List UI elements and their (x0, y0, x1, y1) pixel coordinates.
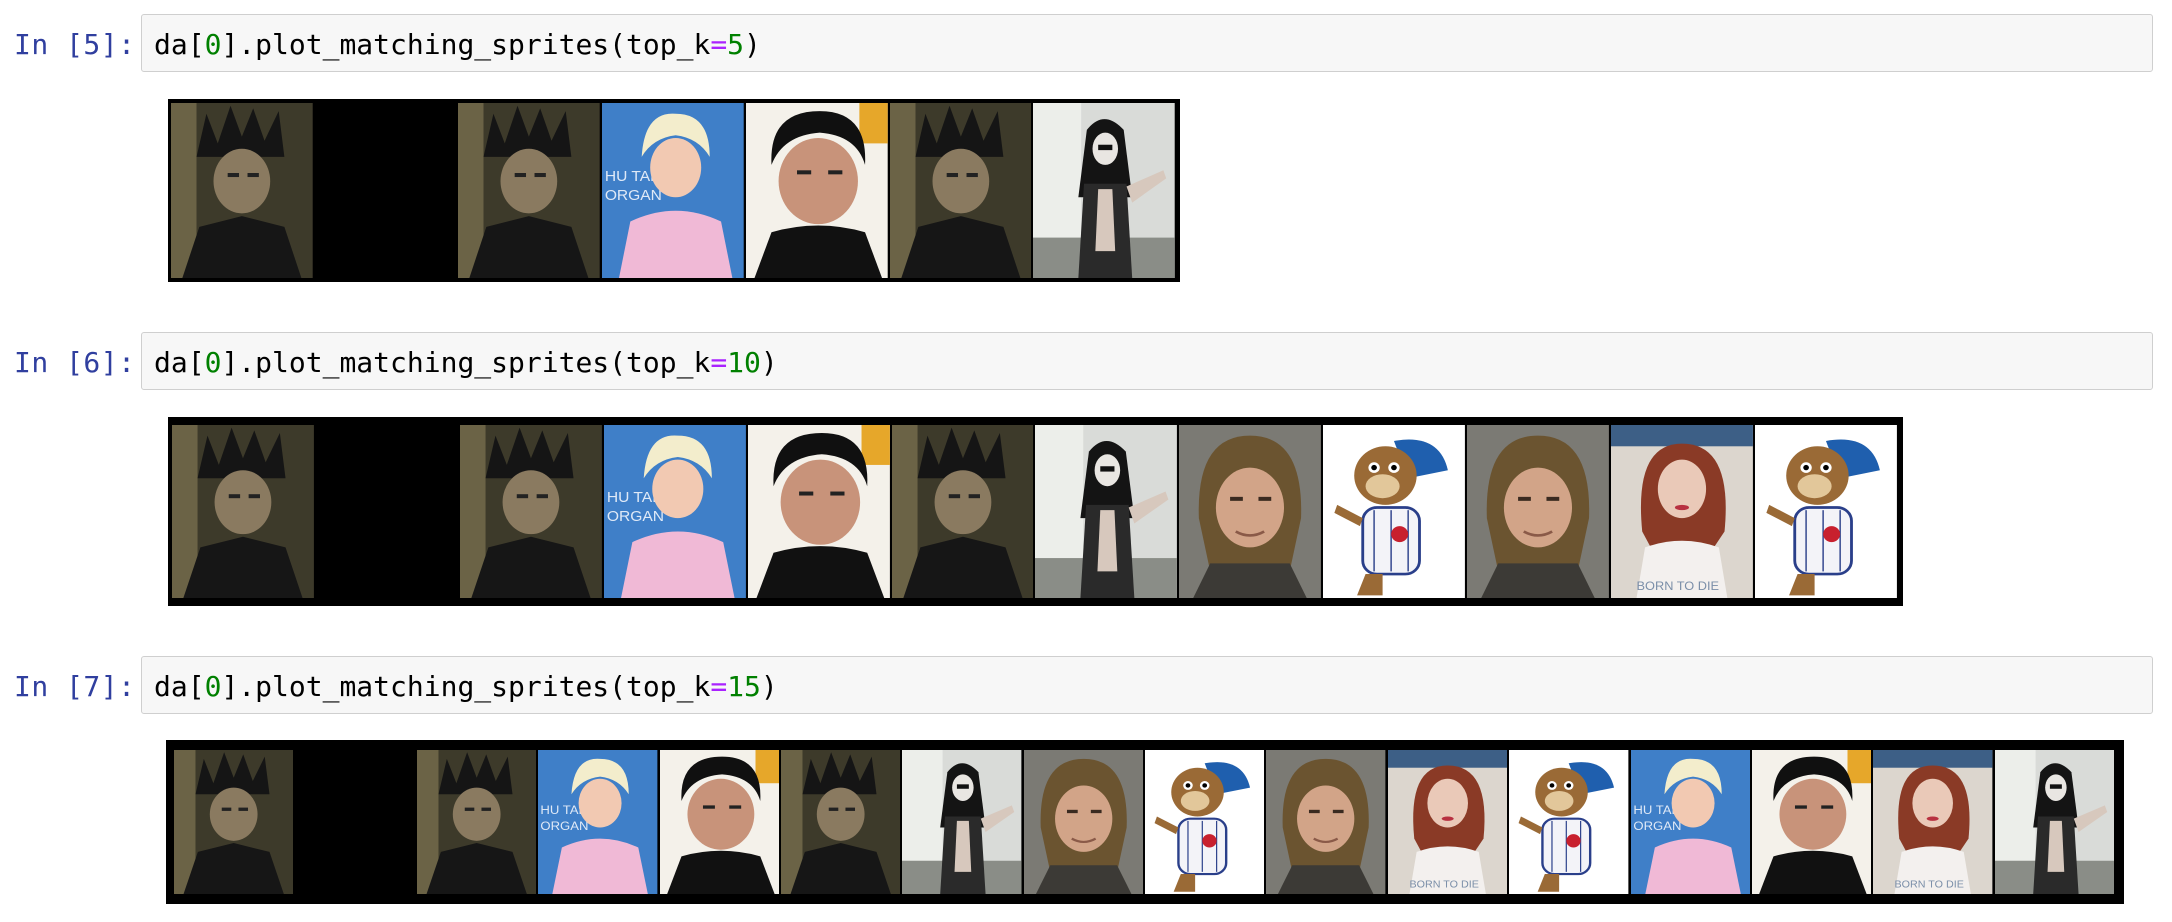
sprite-thumbnail (1323, 425, 1466, 598)
sprite-thumbnail (747, 425, 890, 598)
code-operator-token: = (710, 670, 728, 703)
sprite-thumbnail (1509, 750, 1629, 894)
sprite-thumbnail (1145, 750, 1265, 894)
code-line: da[0].plot_matching_sprites(top_k=10) (154, 346, 778, 379)
sprite-thumbnail (315, 425, 458, 598)
sprite-thumbnail (1994, 750, 2114, 894)
code-operator-token: = (710, 346, 728, 379)
code-token: da[ (154, 670, 205, 703)
sprite-thumbnail (780, 750, 901, 894)
sprite-thumbnail: HU TAR ORGAN (1630, 750, 1750, 894)
sprite-strip-output: HU TAR ORGAN BORN TO DIE HU TAR ORGAN BORN TO… (166, 740, 2124, 904)
sprite-thumbnail: HU TAR ORGAN (602, 103, 744, 278)
sprite-thumbnail (1467, 425, 1610, 598)
sprite-thumbnail (902, 750, 1022, 894)
svg-text:ORGAN: ORGAN (605, 187, 662, 204)
sprite-strip-output: HU TAR ORGAN BORN TO DIE (168, 417, 1903, 606)
sprite-thumbnail (745, 103, 888, 278)
sprite-thumbnail (1751, 750, 1872, 894)
code-token: ].plot_matching_sprites(top_k (221, 28, 711, 61)
code-line: da[0].plot_matching_sprites(top_k=15) (154, 670, 778, 703)
sprite-thumbnail (1023, 750, 1143, 894)
input-prompt: In [5]: (14, 28, 136, 61)
code-number-token: 0 (204, 28, 222, 61)
code-token: ) (744, 28, 761, 61)
svg-text:ORGAN: ORGAN (607, 508, 664, 524)
sprite-thumbnail: BORN TO DIE (1611, 425, 1753, 598)
code-token: da[ (154, 346, 205, 379)
sprite-thumbnail (1754, 425, 1897, 598)
sprite-thumbnail (458, 103, 601, 278)
sprite-thumbnail (1033, 103, 1175, 278)
code-token: ) (760, 670, 778, 703)
code-number-token: 0 (204, 670, 222, 703)
sprite-thumbnail (171, 103, 313, 278)
code-token: ) (760, 346, 778, 379)
code-input-cell[interactable]: da[0].plot_matching_sprites(top_k=5) (141, 14, 2153, 72)
sprite-thumbnail: HU TAR ORGAN (603, 425, 746, 598)
sprite-thumbnail (891, 425, 1034, 598)
sprite-thumbnail (1179, 425, 1322, 598)
sprite-thumbnail: BORN TO DIE (1873, 750, 1993, 894)
svg-text:BORN TO DIE: BORN TO DIE (1409, 880, 1479, 891)
code-number-token: 10 (727, 346, 761, 379)
sprite-thumbnail (889, 103, 1032, 278)
code-number-token: 15 (727, 670, 761, 703)
sprite-thumbnail (459, 425, 602, 598)
sprite-strip-output: HU TAR ORGAN (168, 99, 1180, 282)
sprite-thumbnail (314, 103, 457, 278)
sprite-thumbnail: HU TAR ORGAN (538, 750, 658, 894)
sprite-thumbnail (1035, 425, 1178, 598)
sprite-thumbnail (172, 425, 314, 598)
code-number-token: 0 (204, 346, 222, 379)
svg-text:ORGAN: ORGAN (541, 819, 589, 832)
svg-text:ORGAN: ORGAN (1633, 819, 1681, 832)
sprite-thumbnail (416, 750, 537, 894)
svg-text:BORN TO DIE: BORN TO DIE (1895, 880, 1965, 891)
sprite-thumbnail: BORN TO DIE (1387, 750, 1508, 894)
code-token: ].plot_matching_sprites(top_k (221, 670, 711, 703)
sprite-thumbnail (659, 750, 779, 894)
code-token: ].plot_matching_sprites(top_k (221, 346, 711, 379)
sprite-thumbnail (295, 750, 415, 894)
input-prompt: In [7]: (14, 670, 136, 703)
code-input-cell[interactable]: da[0].plot_matching_sprites(top_k=10) (141, 332, 2153, 390)
code-token: da[ (154, 28, 205, 61)
sprite-thumbnail (1266, 750, 1386, 894)
input-prompt: In [6]: (14, 346, 136, 379)
code-input-cell[interactable]: da[0].plot_matching_sprites(top_k=15) (141, 656, 2153, 714)
sprite-thumbnail (174, 750, 294, 894)
svg-text:BORN TO DIE: BORN TO DIE (1637, 579, 1720, 593)
code-number-token: 5 (727, 28, 745, 61)
code-operator-token: = (710, 28, 728, 61)
code-line: da[0].plot_matching_sprites(top_k=5) (154, 28, 761, 61)
